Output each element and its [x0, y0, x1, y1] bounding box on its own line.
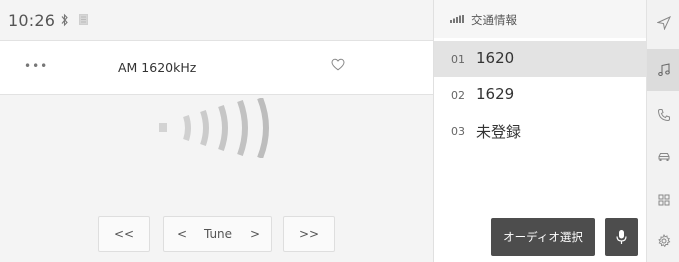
music-note-icon	[657, 63, 670, 76]
more-options-icon[interactable]: •••	[24, 59, 48, 73]
seek-up-button[interactable]: >>	[283, 216, 335, 252]
nav-rail-navigation[interactable]	[647, 2, 679, 44]
nav-rail-apps[interactable]	[647, 179, 679, 221]
nav-rail-audio[interactable]	[647, 49, 679, 91]
nav-rail-vehicle[interactable]	[647, 136, 679, 178]
nav-rail-phone[interactable]	[647, 94, 679, 136]
preset-item-03[interactable]: 03 未登録	[434, 113, 647, 149]
seek-down-button[interactable]: <<	[98, 216, 150, 252]
traffic-info-label: 交通情報	[471, 13, 517, 27]
preset-label: 1620	[476, 49, 515, 67]
phone-icon	[657, 109, 670, 122]
tune-control: < Tune >	[163, 216, 272, 252]
tune-label: Tune	[203, 227, 233, 241]
preset-number: 02	[451, 89, 465, 102]
apps-grid-icon	[658, 194, 669, 206]
main-menu-rail	[646, 0, 679, 262]
traffic-info-header[interactable]: 交通情報	[434, 0, 647, 38]
station-info-row: ••• AM 1620kHz	[0, 40, 433, 95]
voice-command-button[interactable]	[605, 218, 638, 256]
bluetooth-icon	[61, 13, 68, 27]
preset-label: 未登録	[476, 123, 522, 141]
seek-down-label: <<	[113, 227, 135, 241]
preset-number: 03	[451, 125, 465, 138]
radio-screen: 10:26 ••• AM 1620kHz << < Tune > >> 交通情報…	[0, 0, 679, 262]
preset-item-02[interactable]: 02 1629	[434, 77, 647, 113]
preset-number: 01	[451, 53, 465, 66]
nav-rail-settings[interactable]	[647, 220, 679, 262]
microphone-icon	[616, 230, 627, 244]
car-icon	[658, 153, 669, 161]
preset-list-pane: 交通情報 01 1620 02 1629 03 未登録 オーディオ選択	[433, 0, 647, 262]
traffic-signal-icon	[450, 15, 464, 23]
seek-up-label: >>	[298, 227, 320, 241]
preset-item-01[interactable]: 01 1620	[434, 41, 647, 77]
preset-label: 1629	[476, 85, 515, 103]
heart-outline-icon[interactable]	[331, 58, 345, 71]
navigation-icon	[656, 16, 671, 30]
settings-gear-icon	[657, 234, 670, 248]
status-time: 10:26	[8, 11, 56, 30]
audio-source-select-button[interactable]: オーディオ選択	[491, 218, 595, 256]
station-frequency: AM 1620kHz	[118, 60, 197, 75]
now-playing-pane: 10:26 ••• AM 1620kHz << < Tune > >>	[0, 0, 433, 262]
radio-waves-graphic	[159, 98, 269, 158]
tune-prev-button[interactable]: <	[170, 217, 194, 251]
phone-signal-icon	[79, 14, 88, 25]
tune-next-button[interactable]: >	[244, 217, 266, 251]
